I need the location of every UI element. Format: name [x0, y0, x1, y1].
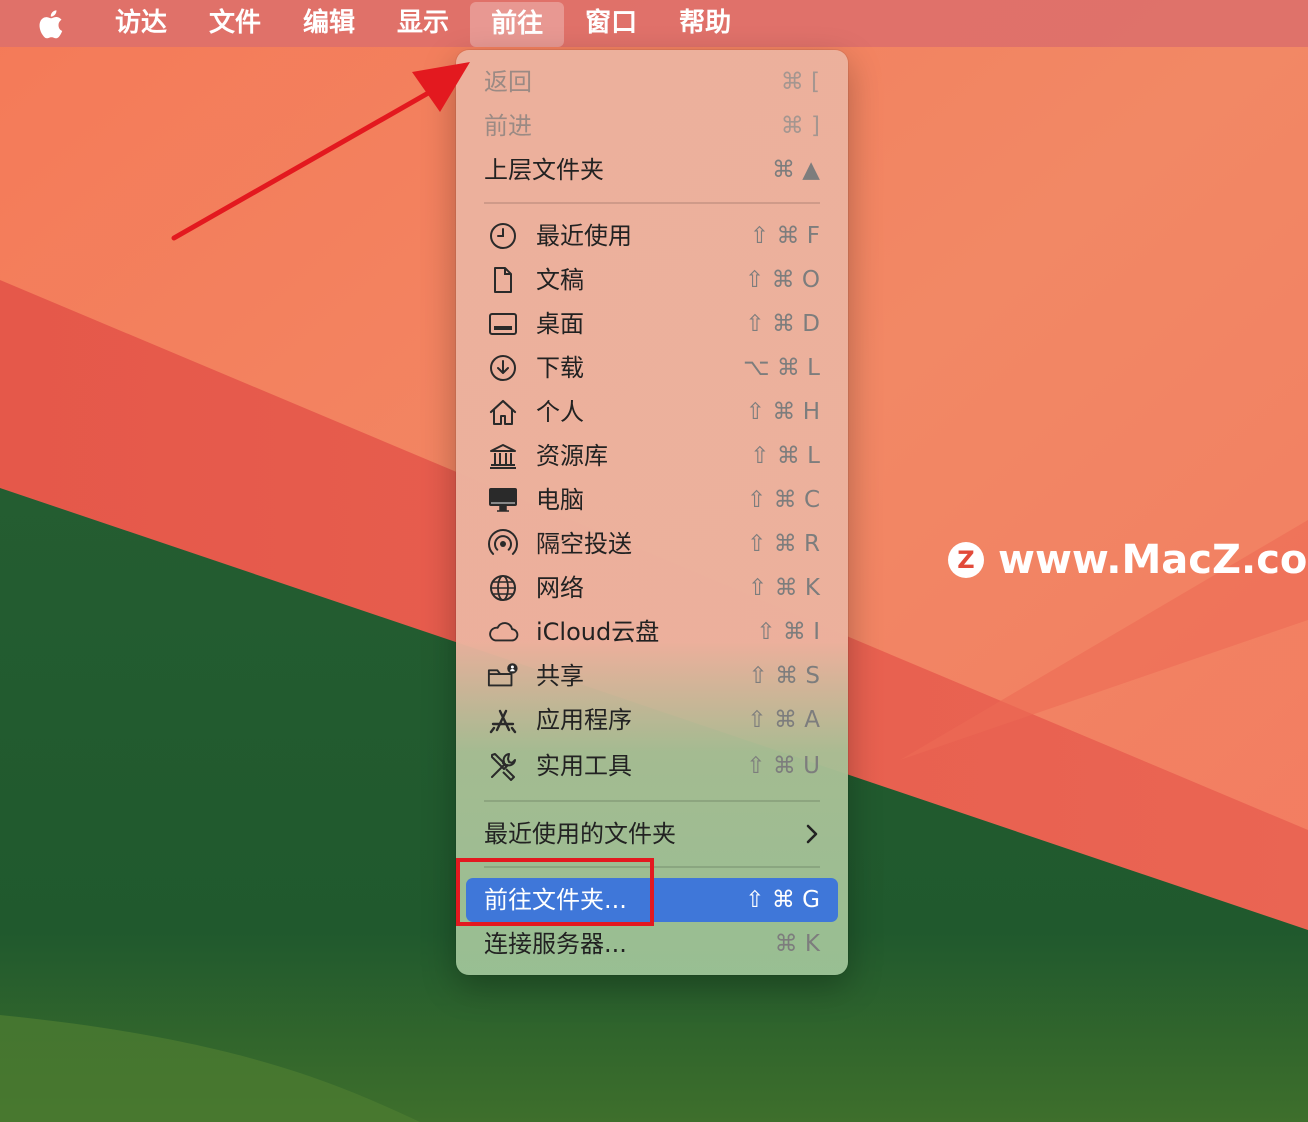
watermark: Z www.MacZ.com	[948, 537, 1308, 583]
watermark-logo-icon: Z	[948, 542, 984, 578]
watermark-text: www.MacZ.com	[998, 537, 1308, 583]
